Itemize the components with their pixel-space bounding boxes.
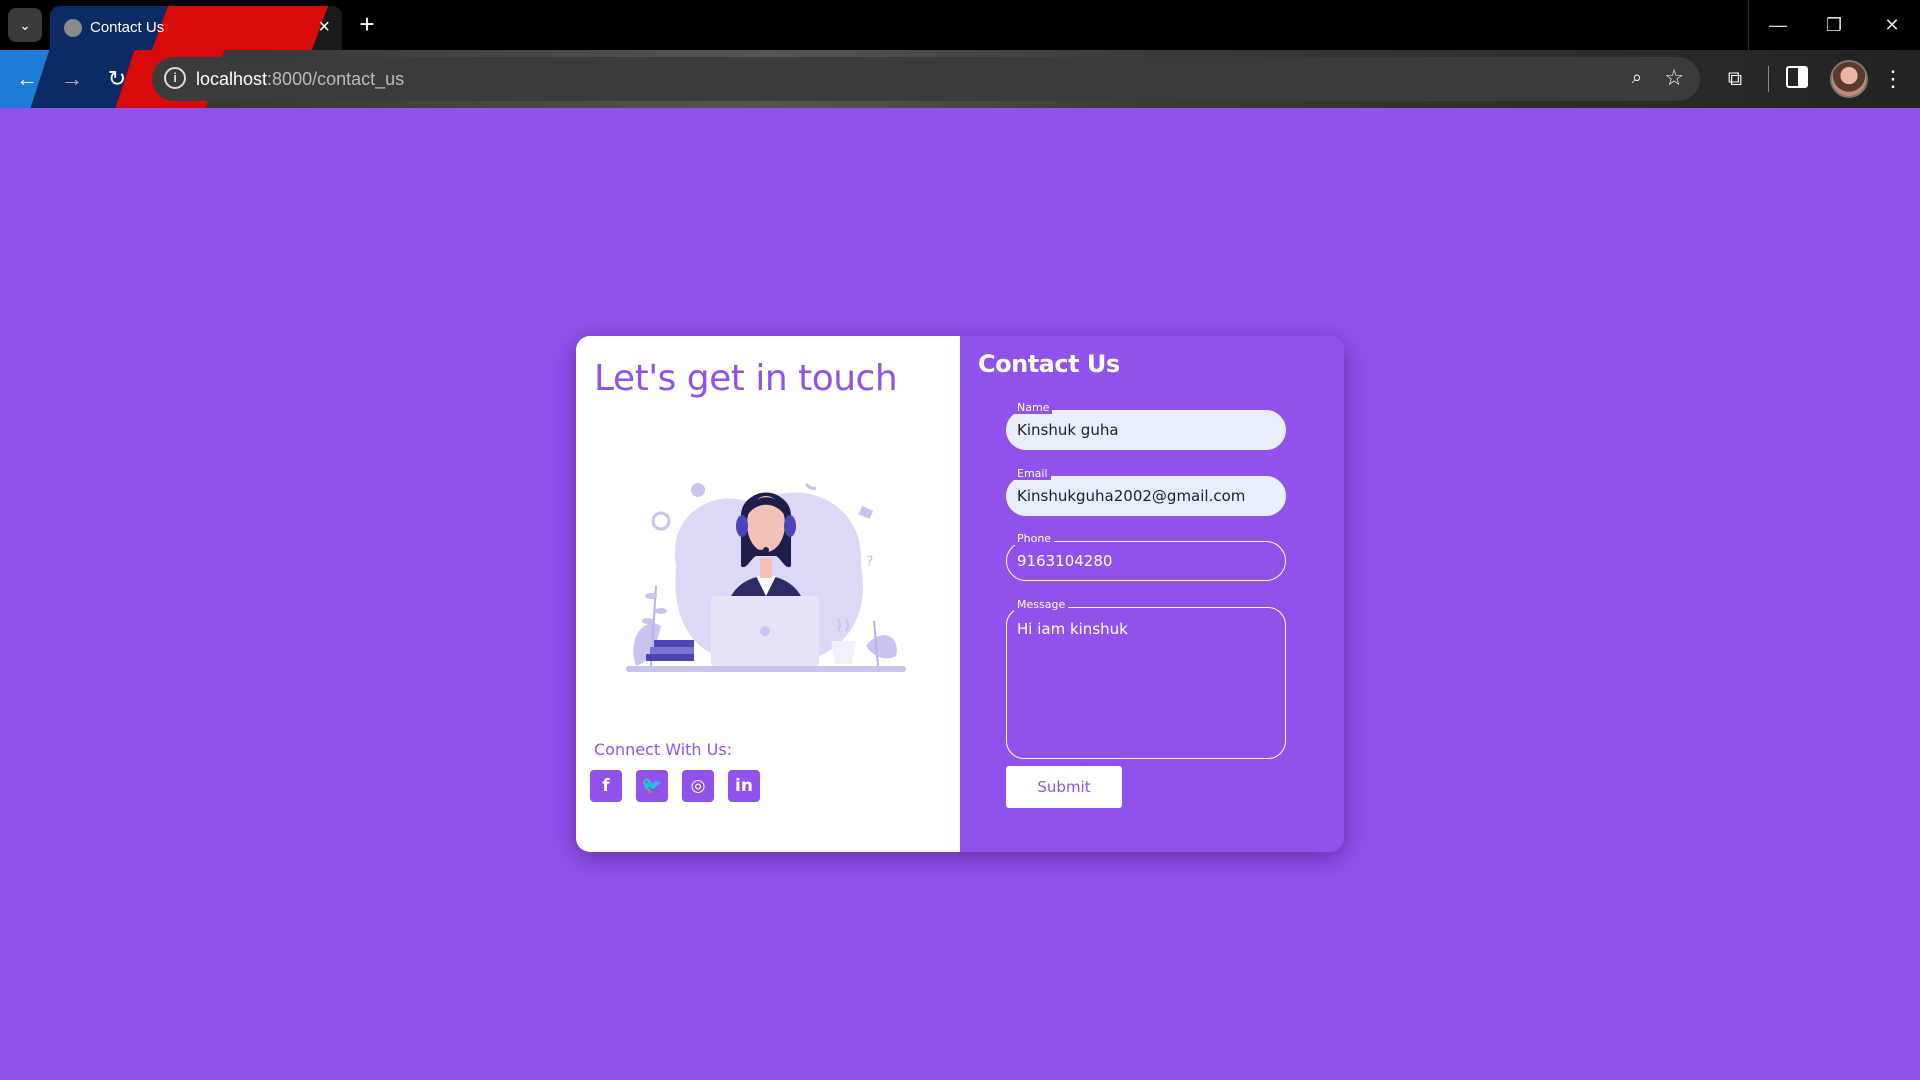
contact-form-panel: Contact Us Name Email Phone Message Hi i… <box>960 336 1344 852</box>
avatar[interactable] <box>1830 60 1868 98</box>
zoom-icon[interactable]: ⌕ <box>1632 67 1642 88</box>
message-textarea[interactable]: Hi iam kinshuk <box>1006 607 1286 759</box>
close-window-icon[interactable]: ✕ <box>1864 0 1920 50</box>
reload-icon[interactable]: ↻ <box>102 64 132 94</box>
url-host: localhost <box>196 69 268 89</box>
url-path: :8000/contact_us <box>267 69 405 89</box>
email-field-group: Email <box>1006 467 1286 516</box>
card-left-panel: Let's get in touch ? Connect With Us: f … <box>576 336 960 852</box>
facebook-icon[interactable]: f <box>590 770 622 802</box>
tab-search-icon[interactable]: ⌄ <box>8 8 42 42</box>
tab-title: Contact Us <box>90 19 165 36</box>
support-agent-illustration: ? <box>626 483 906 672</box>
tab-contact-us[interactable]: Contact Us × <box>50 6 342 50</box>
globe-icon <box>64 19 82 37</box>
more-menu-icon[interactable]: ⋮ <box>1880 64 1906 94</box>
side-panel-icon[interactable] <box>1786 66 1808 88</box>
message-label: Message <box>1014 598 1069 611</box>
contact-card: Let's get in touch ? Connect With Us: f … <box>576 336 1344 852</box>
email-input[interactable] <box>1006 476 1286 516</box>
phone-input[interactable] <box>1006 541 1286 581</box>
browser-toolbar: ← → ↻ i localhost:8000/contact_us ⌕ ☆ ⧉ … <box>0 50 1920 108</box>
page-background: Let's get in touch ? Connect With Us: f … <box>0 108 1920 1080</box>
phone-field-group: Phone <box>1006 532 1286 581</box>
email-label: Email <box>1014 467 1051 480</box>
close-icon[interactable]: × <box>318 15 330 39</box>
message-field-group: Message Hi iam kinshuk <box>1006 598 1286 764</box>
plus-icon[interactable]: + <box>352 10 382 40</box>
minimize-icon[interactable]: — <box>1750 0 1806 50</box>
address-bar[interactable]: i localhost:8000/contact_us ⌕ ☆ <box>152 57 1700 101</box>
linkedin-icon[interactable]: in <box>728 770 760 802</box>
star-icon[interactable]: ☆ <box>1664 65 1684 91</box>
extensions-icon[interactable]: ⧉ <box>1720 64 1750 94</box>
divider <box>1748 0 1749 50</box>
tab-strip: ⌄ Contact Us × + — ❐ ✕ <box>0 0 1920 50</box>
tab-theme-stripe <box>151 6 329 50</box>
forward-arrow-icon[interactable]: → <box>57 64 87 94</box>
connect-with-us-label: Connect With Us: <box>594 740 733 759</box>
divider <box>1768 66 1769 92</box>
svg-text:?: ? <box>866 554 873 570</box>
info-icon[interactable]: i <box>164 67 186 89</box>
name-label: Name <box>1014 401 1053 414</box>
twitter-icon[interactable]: 🐦 <box>636 770 668 802</box>
submit-button[interactable]: Submit <box>1006 766 1122 808</box>
instagram-icon[interactable]: ◎ <box>682 770 714 802</box>
name-field-group: Name <box>1006 401 1286 450</box>
restore-icon[interactable]: ❐ <box>1806 0 1862 50</box>
phone-label: Phone <box>1014 532 1055 545</box>
back-arrow-icon[interactable]: ← <box>12 64 42 94</box>
name-input[interactable] <box>1006 410 1286 450</box>
url-text[interactable]: localhost:8000/contact_us <box>196 69 404 90</box>
form-title: Contact Us <box>978 350 1120 378</box>
page-title: Let's get in touch <box>594 358 898 399</box>
social-links: f 🐦 ◎ in <box>590 770 760 802</box>
